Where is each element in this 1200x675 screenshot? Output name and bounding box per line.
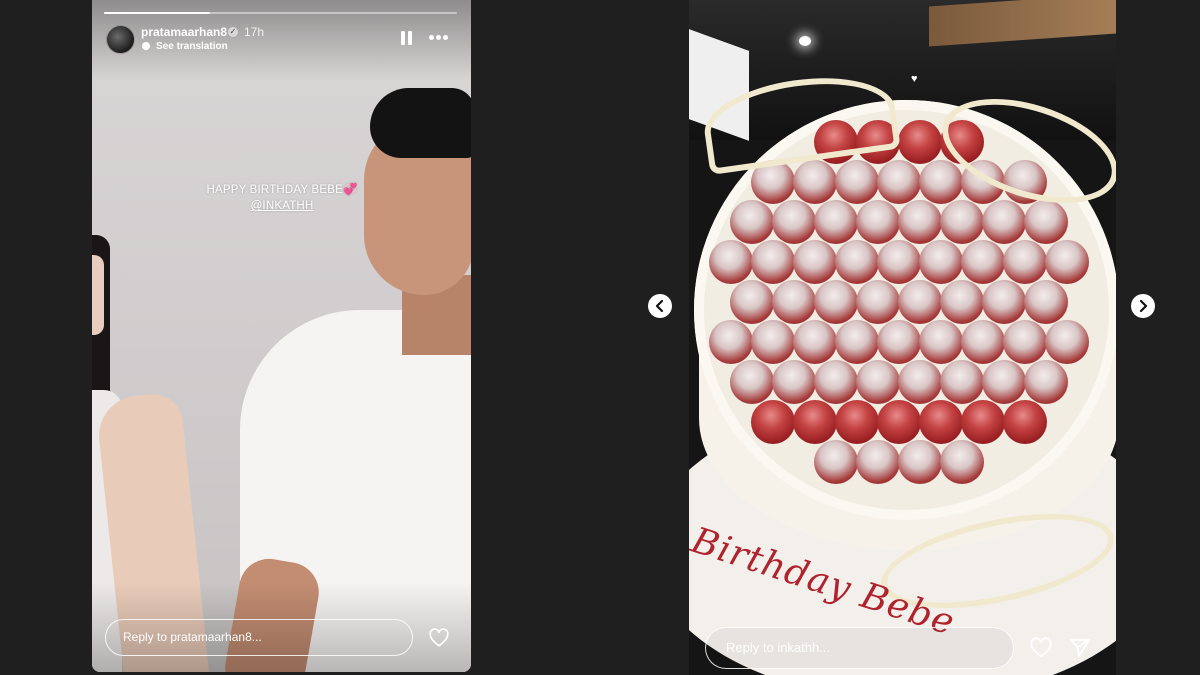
photo-strawberry	[961, 240, 1005, 284]
photo-strawberry	[793, 240, 837, 284]
photo-strawberry	[877, 160, 921, 204]
story-timestamp: 17h	[244, 25, 265, 39]
story-right[interactable]: Birthday Bebe ♥ Reply to inkathh...	[689, 0, 1116, 675]
caption-mention-link[interactable]: @INKATHH	[251, 200, 314, 212]
photo-strawberry	[982, 360, 1026, 404]
story-progress-fill	[104, 12, 210, 14]
send-icon[interactable]	[1068, 636, 1092, 660]
heart-sticker-icon: ♥	[911, 73, 918, 85]
photo-strawberry	[898, 360, 942, 404]
photo-strawberry	[982, 280, 1026, 324]
photo-strawberry	[814, 440, 858, 484]
photo-strawberry	[1024, 360, 1068, 404]
photo-strawberry	[835, 320, 879, 364]
translate-icon	[142, 42, 150, 50]
heart-icon[interactable]	[428, 627, 450, 649]
photo-strawberry	[751, 400, 795, 444]
photo-strawberry	[877, 400, 921, 444]
photo-strawberry	[793, 400, 837, 444]
photo-strawberry	[856, 440, 900, 484]
photo-strawberry	[751, 320, 795, 364]
photo-strawberry	[709, 240, 753, 284]
photo-strawberry	[730, 360, 774, 404]
photo-figure-woman-face	[92, 255, 104, 335]
photo-strawberry	[751, 240, 795, 284]
story-left[interactable]: pratamaarhan8 ✓ 17h See translation HAPP…	[92, 0, 471, 672]
pause-icon[interactable]	[401, 31, 413, 45]
previous-story-button[interactable]	[648, 294, 672, 318]
next-story-button[interactable]	[1131, 294, 1155, 318]
avatar[interactable]	[106, 25, 135, 54]
story-caption: HAPPY BIRTHDAY BEBE💞 @INKATHH	[182, 182, 382, 214]
photo-strawberry	[919, 240, 963, 284]
photo-strawberry	[814, 360, 858, 404]
photo-strawberry	[835, 400, 879, 444]
photo-strawberry	[772, 280, 816, 324]
reply-input[interactable]: Reply to inkathh...	[705, 627, 1014, 669]
heart-icon[interactable]	[1029, 636, 1053, 660]
photo-strawberry	[877, 320, 921, 364]
caption-text: HAPPY BIRTHDAY BEBE	[206, 184, 343, 196]
photo-figure-man-hair	[370, 88, 471, 158]
photo-strawberry	[1003, 320, 1047, 364]
photo-strawberry	[940, 280, 984, 324]
chevron-left-icon	[655, 299, 664, 313]
photo-strawberry	[835, 240, 879, 284]
photo-strawberry	[793, 320, 837, 364]
more-options-icon[interactable]	[429, 35, 449, 41]
photo-strawberry	[1045, 240, 1089, 284]
photo-strawberry	[961, 320, 1005, 364]
photo-strawberry	[709, 320, 753, 364]
photo-strawberry	[919, 400, 963, 444]
photo-strawberry	[961, 400, 1005, 444]
verified-badge-icon: ✓	[228, 27, 238, 37]
reply-input[interactable]: Reply to pratamaarhan8...	[105, 619, 413, 656]
photo-strawberry	[814, 280, 858, 324]
photo-strawberry	[1003, 240, 1047, 284]
pink-hearts-emoji: 💞	[343, 184, 358, 196]
photo-strawberry	[877, 240, 921, 284]
photo-strawberry	[793, 160, 837, 204]
photo-strawberry	[919, 160, 963, 204]
photo-strawberry	[982, 200, 1026, 244]
photo-strawberry	[772, 360, 816, 404]
photo-strawberry	[940, 200, 984, 244]
photo-strawberry	[898, 120, 942, 164]
photo-strawberry	[898, 200, 942, 244]
photo-strawberry	[835, 160, 879, 204]
photo-strawberry	[814, 200, 858, 244]
photo-strawberry	[1024, 280, 1068, 324]
photo-strawberry	[940, 440, 984, 484]
photo-strawberry	[730, 200, 774, 244]
photo-strawberry	[772, 200, 816, 244]
photo-strawberry	[1024, 200, 1068, 244]
photo-strawberry	[856, 200, 900, 244]
see-translation-link[interactable]: See translation	[156, 41, 228, 52]
photo-strawberry	[856, 280, 900, 324]
chevron-right-icon	[1139, 299, 1148, 313]
username-link[interactable]: pratamaarhan8	[141, 25, 227, 39]
story-progress-bar	[104, 12, 457, 14]
photo-strawberry	[730, 280, 774, 324]
photo-strawberry	[898, 280, 942, 324]
photo-strawberry	[919, 320, 963, 364]
photo-strawberry	[898, 440, 942, 484]
photo-strawberry	[856, 360, 900, 404]
photo-strawberry	[1003, 400, 1047, 444]
photo-strawberry	[1045, 320, 1089, 364]
photo-strawberry	[940, 360, 984, 404]
